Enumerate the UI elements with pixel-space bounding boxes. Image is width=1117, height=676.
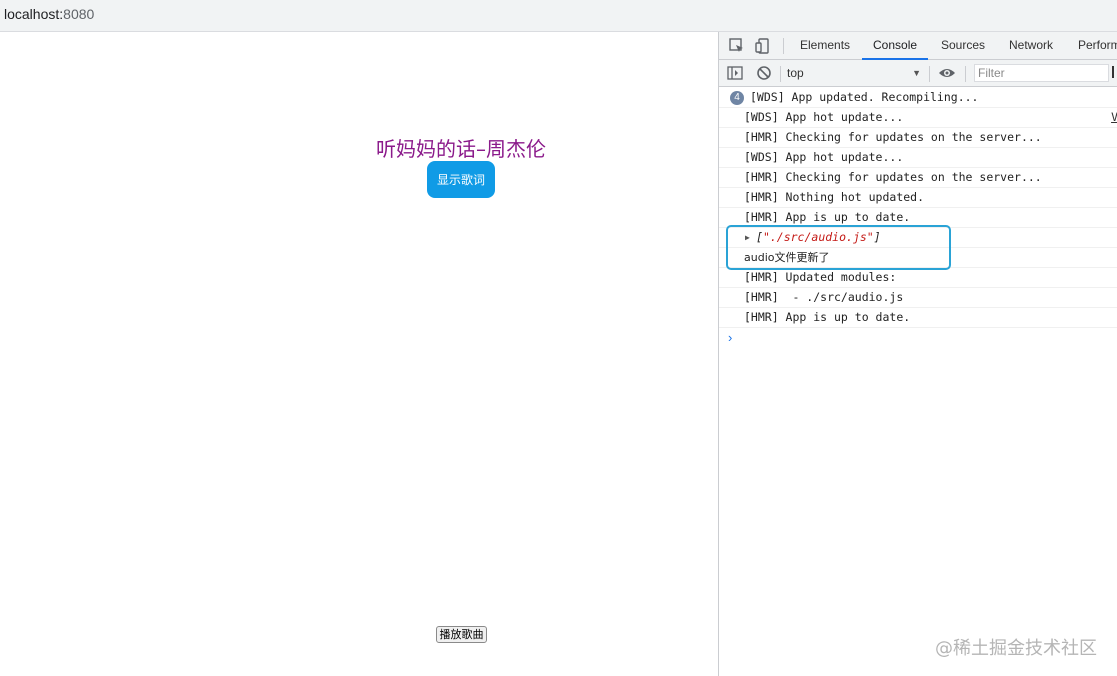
- tab-performance[interactable]: Perform: [1078, 32, 1117, 59]
- tab-console[interactable]: Console: [862, 32, 929, 60]
- device-toolbar-icon[interactable]: [754, 37, 772, 55]
- url-text[interactable]: localhost:8080: [4, 6, 94, 22]
- message-text: [HMR] App is up to date.: [744, 210, 911, 224]
- console-message: [HMR] Updated modules:: [719, 268, 1117, 288]
- sidebar-toggle-icon[interactable]: [726, 64, 744, 82]
- tab-sources[interactable]: Sources: [941, 32, 985, 59]
- console-message: [HMR] Nothing hot updated.: [719, 188, 1117, 208]
- context-select[interactable]: top ▼: [787, 64, 921, 82]
- inspect-element-icon[interactable]: [728, 37, 746, 55]
- console-log: 4 [WDS] App updated. Recompiling... [WDS…: [719, 88, 1117, 348]
- clear-console-icon[interactable]: [755, 64, 773, 82]
- console-message: [HMR] App is up to date.: [719, 308, 1117, 328]
- tab-network[interactable]: Network: [1009, 32, 1053, 59]
- devtools-panel: Elements Console Sources Network Perform…: [718, 32, 1117, 676]
- repeat-count-badge: 4: [730, 91, 744, 105]
- url-host: localhost:: [4, 6, 64, 22]
- array-bracket: [: [756, 230, 763, 244]
- console-message: [HMR] Checking for updates on the server…: [719, 168, 1117, 188]
- toolbar-overflow[interactable]: [1112, 66, 1114, 78]
- prompt-chevron-icon: ›: [728, 330, 733, 345]
- play-song-button[interactable]: 播放歌曲: [436, 626, 487, 643]
- toolbar-divider: [929, 66, 930, 82]
- console-message: [WDS] App hot update... V: [719, 108, 1117, 128]
- message-text: [WDS] App hot update...: [744, 150, 904, 164]
- console-message: [WDS] App hot update...: [719, 148, 1117, 168]
- console-message: [HMR] Checking for updates on the server…: [719, 128, 1117, 148]
- message-text: [HMR] - ./src/audio.js: [744, 290, 904, 304]
- message-text: [WDS] App updated. Recompiling...: [750, 90, 979, 104]
- console-message: audio文件更新了: [719, 248, 1117, 268]
- array-bracket: ]: [873, 230, 881, 244]
- filter-input[interactable]: [974, 64, 1109, 82]
- toolbar-divider: [780, 66, 781, 82]
- context-value: top: [787, 66, 804, 80]
- source-link[interactable]: V: [1111, 108, 1117, 127]
- array-string: "./src/audio.js": [762, 230, 874, 244]
- url-port: 8080: [63, 6, 95, 22]
- console-message: [HMR] App is up to date.: [719, 208, 1117, 228]
- console-array-message[interactable]: ▶ ["./src/audio.js"]: [719, 228, 1117, 248]
- address-bar[interactable]: localhost:8080: [0, 0, 1117, 32]
- message-text: [HMR] Nothing hot updated.: [744, 190, 925, 204]
- toolbar-divider: [965, 66, 966, 82]
- message-text: [HMR] Checking for updates on the server…: [744, 130, 1042, 144]
- watermark: @稀土掘金技术社区: [935, 638, 1097, 659]
- devtools-tabbar: Elements Console Sources Network Perform: [719, 32, 1117, 60]
- message-text: [HMR] Checking for updates on the server…: [744, 170, 1042, 184]
- message-text: audio文件更新了: [744, 251, 830, 264]
- message-text: [WDS] App hot update...: [744, 110, 904, 124]
- console-message: [HMR] - ./src/audio.js: [719, 288, 1117, 308]
- message-text: [HMR] Updated modules:: [744, 270, 897, 284]
- console-toolbar: top ▼: [719, 60, 1117, 87]
- expand-triangle-icon[interactable]: ▶: [745, 228, 750, 247]
- message-text: [HMR] App is up to date.: [744, 310, 911, 324]
- eye-icon[interactable]: [938, 64, 956, 82]
- array-preview: ["./src/audio.js"]: [756, 228, 881, 247]
- page-viewport: 听妈妈的话–周杰伦 显示歌词 播放歌曲: [0, 32, 718, 676]
- dropdown-arrow-icon: ▼: [912, 68, 921, 78]
- console-message: 4 [WDS] App updated. Recompiling...: [719, 88, 1117, 108]
- show-lyrics-button[interactable]: 显示歌词: [427, 161, 495, 198]
- tab-elements[interactable]: Elements: [800, 32, 850, 59]
- console-prompt[interactable]: ›: [719, 328, 1117, 348]
- tabbar-divider: [783, 38, 784, 54]
